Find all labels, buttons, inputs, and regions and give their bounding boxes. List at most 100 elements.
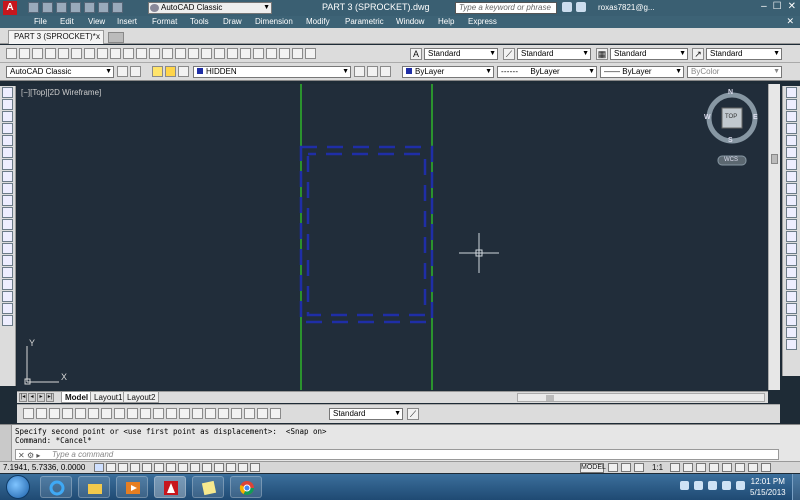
redo-icon[interactable]: [112, 2, 123, 13]
paste-icon[interactable]: [110, 48, 121, 59]
layer-dropdown[interactable]: HIDDEN ▼: [193, 66, 351, 78]
signin-user[interactable]: roxas7821@g...: [598, 3, 655, 12]
calculator-icon[interactable]: [292, 48, 303, 59]
draworder-icon[interactable]: [786, 291, 797, 302]
tolerance-icon[interactable]: [192, 408, 203, 419]
transparency-icon[interactable]: [214, 463, 224, 472]
prompt-chevron-icon[interactable]: ▸: [36, 451, 40, 460]
cut-icon[interactable]: [84, 48, 95, 59]
viewcube-west[interactable]: W: [704, 114, 711, 121]
ordinate-icon[interactable]: [62, 408, 73, 419]
search-icon[interactable]: [562, 2, 572, 12]
tray-expand-icon[interactable]: [694, 481, 703, 490]
inspection-icon[interactable]: [218, 408, 229, 419]
zoom-realtime-icon[interactable]: [188, 48, 199, 59]
copy-object-icon[interactable]: [786, 99, 797, 110]
workspace-switch-icon[interactable]: [696, 463, 706, 472]
wrench-icon[interactable]: ⚙: [27, 451, 34, 460]
quick-dim-icon[interactable]: [127, 408, 138, 419]
jogged-linear-icon[interactable]: [231, 408, 242, 419]
taskbar-chrome[interactable]: [230, 476, 262, 498]
dyn-icon[interactable]: [190, 463, 200, 472]
text-style-dropdown[interactable]: Standard ▼: [424, 48, 498, 60]
rotate-icon[interactable]: [786, 159, 797, 170]
list-icon[interactable]: [786, 339, 797, 350]
tray-flag-icon[interactable]: [680, 481, 689, 490]
dim-break-icon[interactable]: [179, 408, 190, 419]
dim-space-icon[interactable]: [166, 408, 177, 419]
menu-format[interactable]: Format: [152, 16, 177, 28]
workspace-dropdown[interactable]: AutoCAD Classic ▼: [148, 2, 272, 14]
center-mark-icon[interactable]: [205, 408, 216, 419]
drawing-canvas[interactable]: [−][Top][2D Wireframe] Y X N S E W TOP W…: [17, 84, 768, 390]
text-style-icon[interactable]: A: [410, 48, 422, 60]
baseline-icon[interactable]: [140, 408, 151, 419]
tab-layout2[interactable]: Layout2: [123, 392, 160, 403]
table-style-dropdown[interactable]: Standard ▼: [610, 48, 688, 60]
tool-palettes-icon[interactable]: [253, 48, 264, 59]
dim-edit-icon[interactable]: [244, 408, 255, 419]
user-icon[interactable]: [576, 2, 586, 12]
layer-match-icon[interactable]: [380, 66, 391, 77]
plot-icon[interactable]: [84, 2, 95, 13]
rectangle-icon[interactable]: [2, 135, 13, 146]
vertical-scroll-thumb[interactable]: [771, 154, 778, 164]
qnew-icon[interactable]: [6, 48, 17, 59]
dim-style-icon[interactable]: ⟋: [503, 48, 515, 60]
menu-dimension[interactable]: Dimension: [255, 16, 293, 28]
next-layout-icon[interactable]: ▸: [37, 393, 45, 402]
menu-window[interactable]: Window: [396, 16, 424, 28]
3d-osnap-icon[interactable]: [154, 463, 164, 472]
dim-text-edit-icon[interactable]: [257, 408, 268, 419]
diameter-icon[interactable]: [101, 408, 112, 419]
preview-icon[interactable]: [58, 48, 69, 59]
sheet-set-icon[interactable]: [266, 48, 277, 59]
array-icon[interactable]: [786, 135, 797, 146]
polygon-icon[interactable]: [2, 123, 13, 134]
extend-icon[interactable]: [786, 207, 797, 218]
open-icon[interactable]: [42, 2, 53, 13]
undo-icon[interactable]: [149, 48, 160, 59]
taskbar-media-player[interactable]: [116, 476, 148, 498]
command-window-handle[interactable]: [0, 425, 12, 462]
linetype-dropdown[interactable]: - - - - - - ByLayer ▼: [497, 66, 597, 78]
viewcube[interactable]: [706, 92, 758, 166]
fillet-icon[interactable]: [786, 267, 797, 278]
circle-icon[interactable]: [2, 159, 13, 170]
table-style-icon[interactable]: ▦: [596, 48, 608, 60]
workspace-dropdown-2[interactable]: AutoCAD Classic ▼: [6, 66, 114, 78]
show-desktop-button[interactable]: [792, 474, 800, 500]
tab-model[interactable]: Model: [61, 392, 93, 403]
quick-view-layouts-icon[interactable]: [608, 463, 618, 472]
document-tab[interactable]: PART 3 (SPROCKET)* x: [8, 30, 104, 44]
tray-battery-icon[interactable]: [722, 481, 731, 490]
region-icon[interactable]: [2, 279, 13, 290]
menu-edit[interactable]: Edit: [60, 16, 74, 28]
otrack-icon[interactable]: [166, 463, 176, 472]
hardware-accel-icon[interactable]: [722, 463, 732, 472]
taskbar-explorer[interactable]: [78, 476, 110, 498]
table-icon[interactable]: [2, 291, 13, 302]
annotation-scale-value[interactable]: 1:1: [652, 463, 663, 473]
copy-icon[interactable]: [97, 48, 108, 59]
revcloud-icon[interactable]: [2, 171, 13, 182]
horizontal-scroll-thumb[interactable]: [546, 395, 554, 401]
offset-icon[interactable]: [786, 123, 797, 134]
menu-draw[interactable]: Draw: [223, 16, 242, 28]
design-center-icon[interactable]: [240, 48, 251, 59]
model-space-button[interactable]: MODEL: [580, 463, 606, 473]
dim-style-dropdown[interactable]: Standard ▼: [517, 48, 591, 60]
horizontal-scrollbar[interactable]: [517, 393, 765, 402]
sun-icon[interactable]: [165, 66, 176, 77]
dimension-style-dropdown[interactable]: Standard ▼: [329, 408, 403, 420]
publish-icon[interactable]: [71, 48, 82, 59]
menu-express[interactable]: Express: [468, 16, 497, 28]
save-icon[interactable]: [56, 2, 67, 13]
scale-icon[interactable]: [786, 171, 797, 182]
tab-layout1[interactable]: Layout1: [90, 392, 127, 403]
prev-layout-icon[interactable]: ◂: [28, 393, 36, 402]
arc-length-icon[interactable]: [49, 408, 60, 419]
zoom-previous-icon[interactable]: [214, 48, 225, 59]
jogged-icon[interactable]: [88, 408, 99, 419]
selection-cycling-icon[interactable]: [238, 463, 248, 472]
